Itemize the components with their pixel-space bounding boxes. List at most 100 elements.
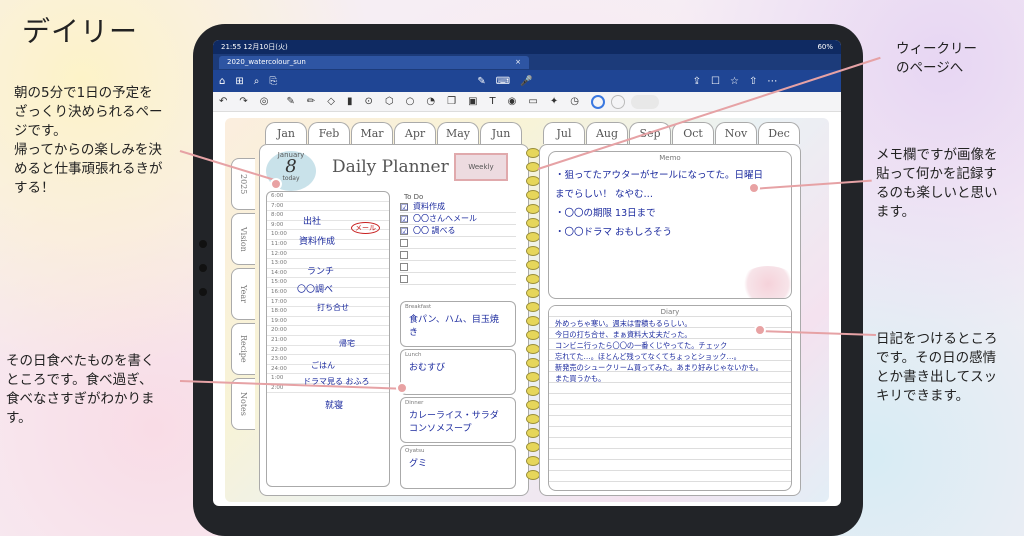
tab-oct[interactable]: Oct (672, 122, 714, 144)
ruler-icon[interactable]: ▭ (528, 96, 537, 107)
schedule-entry: ランチ (307, 267, 335, 277)
tab-year[interactable]: Year (231, 268, 255, 320)
month-tabs-left: Jan Feb Mar Apr May Jun (265, 122, 523, 144)
todo-title: To Do (404, 193, 424, 201)
tab-recipe[interactable]: Recipe (231, 323, 255, 375)
ring (526, 414, 540, 424)
meal-dinner[interactable]: Dinner カレーライス・サラダ コンソメスープ (400, 397, 516, 443)
keyboard-icon[interactable]: ⌨ (496, 76, 510, 87)
meal-oyatsu[interactable]: Oyatsu グミ (400, 445, 516, 489)
grid-icon[interactable]: ⊞ (235, 76, 243, 87)
memo-line: ・〇〇ドラマ おもしろそう (555, 227, 673, 238)
todo-item[interactable] (400, 273, 516, 285)
ring (526, 246, 540, 256)
tab-mar[interactable]: Mar (351, 122, 393, 144)
note-line: ます。 (876, 204, 916, 220)
checkbox[interactable] (400, 250, 408, 259)
timer-icon[interactable]: ◷ (570, 96, 579, 107)
note-memo: メモ欄ですが画像を 貼って何かを記録す るのも楽しいと思い ます。 (876, 146, 998, 222)
bookmark-icon[interactable]: ☐ (711, 76, 720, 87)
todo-item[interactable]: ☑ 資料作成 (400, 201, 516, 213)
undo-icon[interactable]: ↶ (219, 96, 227, 107)
thickness-button[interactable] (630, 94, 659, 109)
diary-line: コンビニ行ったら〇〇の一番くじやってた。チェック (555, 341, 728, 350)
text-icon[interactable]: T (490, 96, 496, 107)
time-row: 12:00 (267, 250, 389, 260)
share-icon[interactable]: ⎘ (269, 76, 277, 87)
checkbox[interactable] (400, 238, 408, 247)
ring (526, 330, 540, 340)
meal-label: Oyatsu (405, 448, 425, 454)
todo-item[interactable] (400, 249, 516, 261)
pen-icon[interactable]: ✎ (287, 96, 295, 107)
time-row: 19:00 (267, 317, 389, 327)
side-tabs: 2025 Vision Year Recipe Notes (231, 158, 257, 433)
tab-vision[interactable]: Vision (231, 213, 255, 265)
note-line: めると仕事頑張れるきが (14, 161, 163, 177)
tab-nov[interactable]: Nov (715, 122, 757, 144)
eraser-icon[interactable]: ◇ (327, 96, 335, 107)
schedule-entry: メール (351, 222, 380, 234)
tab-may[interactable]: May (437, 122, 479, 144)
image-icon[interactable]: ▣ (468, 96, 477, 107)
shapes-icon[interactable]: ⬡ (385, 96, 394, 107)
redo-icon[interactable]: ↷ (239, 96, 247, 107)
sticker-icon[interactable]: ◔ (426, 96, 435, 107)
highlighter-icon[interactable]: ▮ (347, 96, 353, 107)
color-white-button[interactable] (610, 94, 625, 109)
meal-text: おむすび (409, 363, 446, 373)
time-row: 21:00 (267, 336, 389, 346)
todo-item[interactable]: ☑ 〇〇 調べる (400, 225, 516, 237)
time-row: 20:00 (267, 326, 389, 336)
tab-dec[interactable]: Dec (758, 122, 800, 144)
checkbox[interactable] (400, 274, 408, 283)
checkbox[interactable]: ☑ (400, 226, 408, 235)
weekly-button[interactable]: Weekly (454, 153, 508, 181)
day-number: 8 (285, 156, 297, 177)
meal-text: 食パン、ハム、目玉焼き (409, 315, 499, 338)
document-tab[interactable]: 2020_watercolour_sun × (219, 55, 529, 69)
leader-dot (748, 182, 760, 194)
copy-icon[interactable]: ❐ (447, 96, 456, 107)
ring (526, 288, 540, 298)
schedule-entry: 出社 (303, 217, 322, 227)
more-icon[interactable]: ⋯ (767, 76, 777, 87)
tab-notes[interactable]: Notes (231, 378, 255, 430)
lasso-icon[interactable]: ◎ (260, 96, 269, 107)
color-blue-button[interactable] (590, 94, 605, 109)
tab-jul[interactable]: Jul (543, 122, 585, 144)
lasso2-icon[interactable]: ○ (406, 96, 415, 107)
todo-item[interactable]: ☑ 〇〇さんへメール (400, 213, 516, 225)
schedule-entry: 資料作成 (299, 237, 336, 247)
mic-icon[interactable]: 🎤 (520, 76, 532, 87)
meal-lunch[interactable]: Lunch おむすび (400, 349, 516, 395)
memo-box[interactable]: Memo ・狙ってたアウターがセールになってた。日曜日 までらしい！ なやむ… … (548, 151, 792, 299)
checkbox[interactable]: ☑ (400, 202, 408, 211)
meal-label: Breakfast (405, 304, 432, 310)
meal-breakfast[interactable]: Breakfast 食パン、ハム、目玉焼き (400, 301, 516, 347)
checkbox[interactable] (400, 262, 408, 271)
tab-jan[interactable]: Jan (265, 122, 307, 144)
export-icon[interactable]: ⇪ (693, 76, 701, 87)
pencil-icon[interactable]: ✏ (307, 96, 315, 107)
tab-jun[interactable]: Jun (480, 122, 522, 144)
close-icon[interactable]: × (515, 58, 521, 67)
diary-line: また買うかも。 (555, 374, 606, 383)
todo-item[interactable] (400, 261, 516, 273)
home-icon[interactable]: ⌂ (219, 76, 225, 87)
note-morning-plan: 朝の5分で1日の予定を ざっくり決められるペー ジです。 帰ってからの楽しみを決… (14, 84, 163, 198)
zoom-icon[interactable]: ⊙ (365, 96, 373, 107)
time-schedule: 6:00 7:00 8:00 9:00 10:00 11:00 12:00 13… (266, 191, 390, 487)
upload-icon[interactable]: ⇧ (749, 76, 757, 87)
pen-mode-icon[interactable]: ✎ (477, 76, 485, 87)
tab-feb[interactable]: Feb (308, 122, 350, 144)
bookmarks-icon[interactable]: ☆ (730, 76, 739, 87)
schedule-entry: 〇〇調べ (297, 285, 334, 295)
todo-item[interactable] (400, 237, 516, 249)
laser-icon[interactable]: ✦ (550, 96, 558, 107)
checkbox[interactable]: ☑ (400, 214, 408, 223)
tab-apr[interactable]: Apr (394, 122, 436, 144)
time-row: 7:00 (267, 202, 389, 212)
camera-icon[interactable]: ◉ (508, 96, 517, 107)
search-icon[interactable]: ⌕ (254, 76, 260, 87)
